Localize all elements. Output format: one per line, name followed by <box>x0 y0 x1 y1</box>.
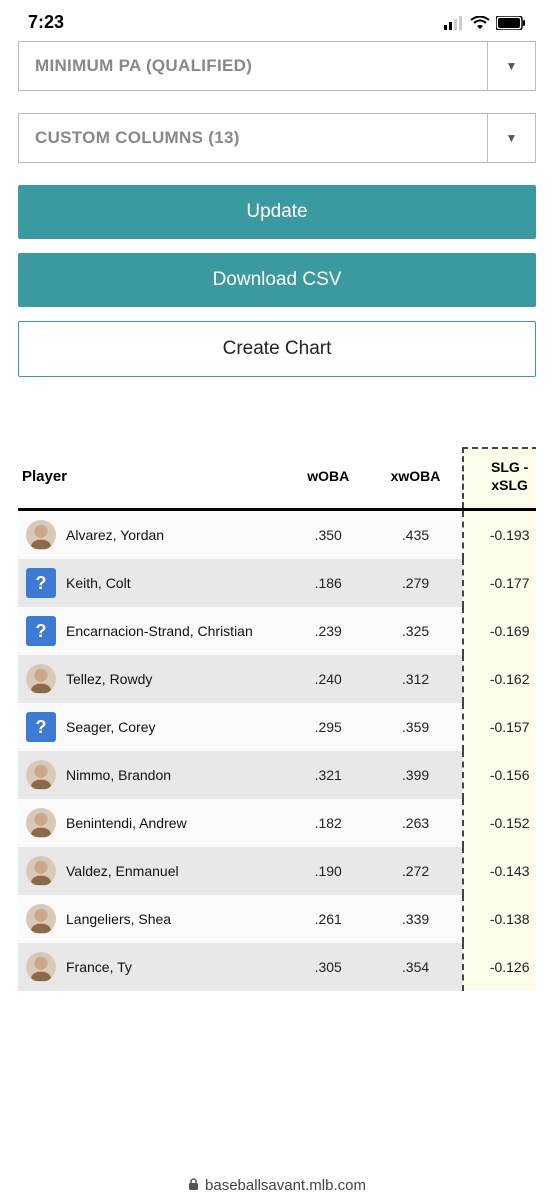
table-header-row: Player wOBA xwOBA SLG - xSLG S S <box>18 448 536 510</box>
player-name: Keith, Colt <box>66 575 131 591</box>
woba-cell: .321 <box>287 751 369 799</box>
col-slg-xslg[interactable]: SLG - xSLG <box>463 448 536 510</box>
player-cell: France, Ty <box>18 943 287 991</box>
player-cell: Langeliers, Shea <box>18 895 287 943</box>
player-avatar <box>26 952 56 982</box>
table-row[interactable]: ? Keith, Colt .186.279-0.177 <box>18 559 536 607</box>
table-row[interactable]: Nimmo, Brandon .321.399-0.156 <box>18 751 536 799</box>
update-button[interactable]: Update <box>18 185 536 239</box>
slg-xslg-cell: -0.152 <box>463 799 536 847</box>
chevron-down-icon: ▼ <box>487 42 535 90</box>
slg-xslg-cell: -0.143 <box>463 847 536 895</box>
cellular-icon <box>444 16 464 30</box>
avatar-placeholder-icon: ? <box>26 568 56 598</box>
xwoba-cell: .325 <box>369 607 463 655</box>
status-time: 7:23 <box>28 12 64 33</box>
player-cell: ? Encarnacion-Strand, Christian <box>18 607 287 655</box>
table-row[interactable]: Langeliers, Shea .261.339-0.138 <box>18 895 536 943</box>
woba-cell: .190 <box>287 847 369 895</box>
avatar-placeholder-icon: ? <box>26 616 56 646</box>
col-woba[interactable]: wOBA <box>287 448 369 510</box>
slg-xslg-cell: -0.156 <box>463 751 536 799</box>
minimum-pa-dropdown[interactable]: MINIMUM PA (QUALIFIED) ▼ <box>18 41 536 91</box>
xwoba-cell: .272 <box>369 847 463 895</box>
dropdown-label: CUSTOM COLUMNS (13) <box>19 114 487 162</box>
slg-xslg-cell: -0.169 <box>463 607 536 655</box>
wifi-icon <box>470 16 490 30</box>
player-name: Langeliers, Shea <box>66 911 171 927</box>
slg-xslg-cell: -0.157 <box>463 703 536 751</box>
stats-table: Player wOBA xwOBA SLG - xSLG S S Alvarez… <box>18 447 536 991</box>
player-cell: Valdez, Enmanuel <box>18 847 287 895</box>
create-chart-button[interactable]: Create Chart <box>18 321 536 377</box>
woba-cell: .186 <box>287 559 369 607</box>
xwoba-cell: .263 <box>369 799 463 847</box>
player-avatar <box>26 904 56 934</box>
player-cell: Alvarez, Yordan <box>18 511 287 559</box>
player-cell: Nimmo, Brandon <box>18 751 287 799</box>
player-cell: Tellez, Rowdy <box>18 655 287 703</box>
xwoba-cell: .354 <box>369 943 463 991</box>
table-row[interactable]: France, Ty .305.354-0.126 <box>18 943 536 991</box>
slg-xslg-cell: -0.193 <box>463 510 536 560</box>
woba-cell: .305 <box>287 943 369 991</box>
table-row[interactable]: ? Seager, Corey .295.359-0.157 <box>18 703 536 751</box>
xwoba-cell: .435 <box>369 510 463 560</box>
player-name: Nimmo, Brandon <box>66 767 171 783</box>
woba-cell: .182 <box>287 799 369 847</box>
slg-xslg-cell: -0.177 <box>463 559 536 607</box>
lock-icon <box>188 1178 199 1194</box>
browser-address-bar[interactable]: baseballsavant.mlb.com <box>0 1177 554 1194</box>
player-avatar <box>26 664 56 694</box>
dropdown-label: MINIMUM PA (QUALIFIED) <box>19 42 487 90</box>
woba-cell: .239 <box>287 607 369 655</box>
player-avatar <box>26 856 56 886</box>
table-row[interactable]: Tellez, Rowdy .240.312-0.162 <box>18 655 536 703</box>
xwoba-cell: .359 <box>369 703 463 751</box>
player-name: Encarnacion-Strand, Christian <box>66 623 253 639</box>
player-name: Seager, Corey <box>66 719 156 735</box>
woba-cell: .350 <box>287 510 369 560</box>
avatar-placeholder-icon: ? <box>26 712 56 742</box>
chevron-down-icon: ▼ <box>487 114 535 162</box>
woba-cell: .295 <box>287 703 369 751</box>
slg-xslg-cell: -0.138 <box>463 895 536 943</box>
stats-table-wrap: Player wOBA xwOBA SLG - xSLG S S Alvarez… <box>18 447 536 991</box>
xwoba-cell: .312 <box>369 655 463 703</box>
woba-cell: .261 <box>287 895 369 943</box>
table-row[interactable]: Alvarez, Yordan .350.435-0.193 <box>18 510 536 560</box>
table-row[interactable]: Valdez, Enmanuel .190.272-0.143 <box>18 847 536 895</box>
player-name: France, Ty <box>66 959 132 975</box>
woba-cell: .240 <box>287 655 369 703</box>
status-indicators <box>444 16 526 30</box>
slg-xslg-cell: -0.162 <box>463 655 536 703</box>
table-row[interactable]: ? Encarnacion-Strand, Christian .239.325-0… <box>18 607 536 655</box>
slg-xslg-cell: -0.126 <box>463 943 536 991</box>
custom-columns-dropdown[interactable]: CUSTOM COLUMNS (13) ▼ <box>18 113 536 163</box>
status-bar: 7:23 <box>0 0 554 41</box>
col-player[interactable]: Player <box>18 448 287 510</box>
battery-icon <box>496 16 526 30</box>
download-csv-button[interactable]: Download CSV <box>18 253 536 307</box>
player-avatar <box>26 520 56 550</box>
player-cell: ? Seager, Corey <box>18 703 287 751</box>
player-name: Tellez, Rowdy <box>66 671 152 687</box>
xwoba-cell: .339 <box>369 895 463 943</box>
xwoba-cell: .279 <box>369 559 463 607</box>
player-avatar <box>26 808 56 838</box>
xwoba-cell: .399 <box>369 751 463 799</box>
player-name: Benintendi, Andrew <box>66 815 187 831</box>
table-row[interactable]: Benintendi, Andrew .182.263-0.152 <box>18 799 536 847</box>
player-cell: Benintendi, Andrew <box>18 799 287 847</box>
player-avatar <box>26 760 56 790</box>
player-name: Valdez, Enmanuel <box>66 863 179 879</box>
col-xwoba[interactable]: xwOBA <box>369 448 463 510</box>
player-cell: ? Keith, Colt <box>18 559 287 607</box>
player-name: Alvarez, Yordan <box>66 527 164 543</box>
domain-text: baseballsavant.mlb.com <box>205 1177 366 1194</box>
